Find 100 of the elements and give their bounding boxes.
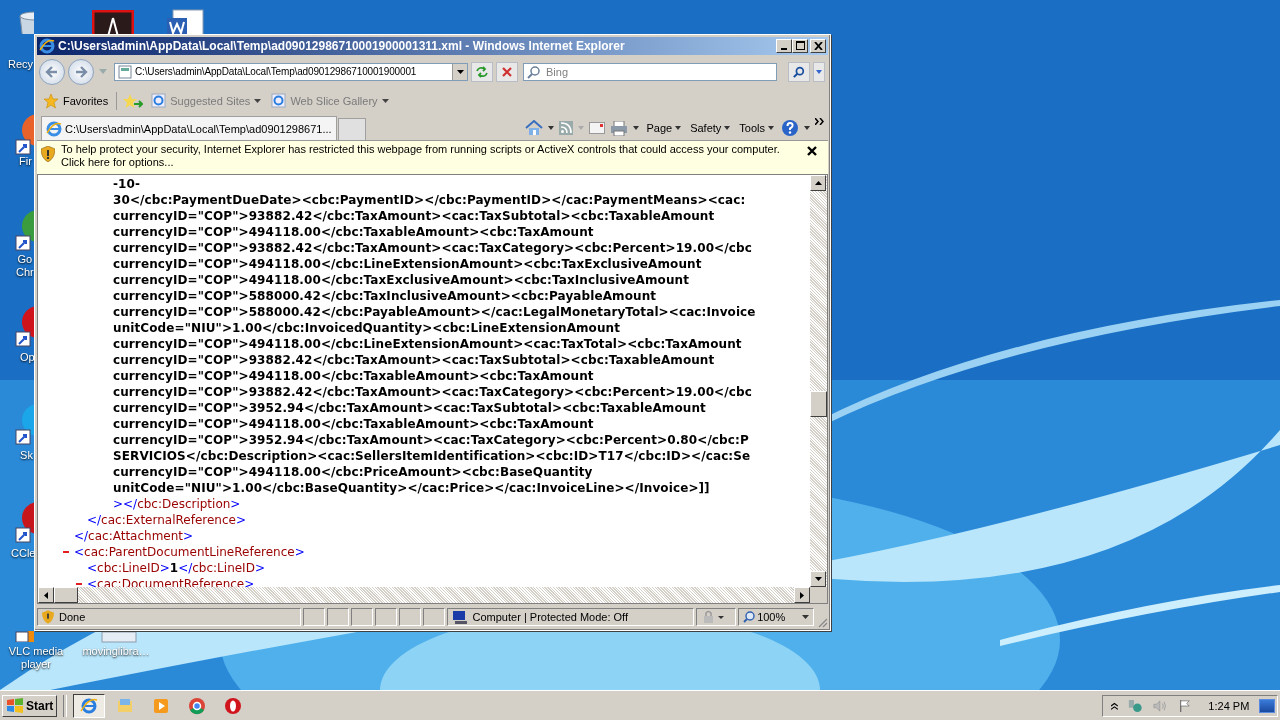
left-arrow-icon [44, 591, 48, 599]
collapse-icon[interactable] [76, 583, 82, 586]
scrollbar-corner [810, 587, 827, 604]
scroll-thumb[interactable] [810, 391, 827, 418]
xml-text: currencyID="COP">494118.00</cbc:PriceAmount><cbc:BaseQuantity [113, 464, 593, 481]
caret-icon [724, 126, 731, 131]
search-options-button[interactable] [813, 61, 825, 82]
scroll-thumb[interactable] [54, 587, 78, 604]
caret-icon[interactable] [633, 126, 640, 131]
maximize-icon [795, 41, 805, 51]
search-field[interactable]: Bing [523, 62, 777, 81]
right-arrow-icon [800, 591, 804, 599]
start-button[interactable]: Start [2, 694, 58, 717]
xml-text: currencyID="COP">3952.94</cbc:TaxAmount><cac:TaxCategory><cbc:Percent>0.80</cbc:P [113, 432, 749, 449]
stop-button[interactable] [496, 61, 518, 82]
menu-button[interactable]: Safety [688, 122, 733, 135]
back-icon [45, 64, 59, 79]
xml-text: currencyID="COP">588000.42</cbc:PayableAmount></cac:LegalMonetaryTotal><cac:Invoice [113, 304, 756, 321]
window-title: C:\Users\admin\AppData\Local\Temp\ad09012986710001900001311.xml - Windows Internet Explorer [58, 38, 625, 53]
caret-icon [675, 126, 682, 131]
xml-text: currencyID="COP">93882.42</cbc:TaxAmount><cac:TaxSubtotal><cbc:TaxableAmount [113, 352, 715, 369]
browser-logo-icon [46, 120, 62, 137]
xml-text: currencyID="COP">93882.42</cbc:TaxAmount><cac:TaxSubtotal><cbc:TaxableAmount [113, 208, 715, 225]
add-favorite-icon[interactable] [123, 92, 144, 109]
caret-icon [254, 98, 262, 103]
menu-button[interactable]: Tools [737, 122, 776, 135]
folder-icon [116, 696, 135, 715]
forward-button[interactable] [68, 58, 94, 85]
mail-icon[interactable] [589, 122, 606, 135]
close-button[interactable] [810, 38, 826, 53]
info-bar-message: To help protect your security, Internet Explorer has restricted this webpage from running scripts or ActiveX controls that could access your computer. Click here for options... [61, 143, 781, 170]
close-icon[interactable] [807, 146, 817, 157]
caret-icon[interactable] [804, 126, 810, 131]
zoom-icon [743, 611, 756, 624]
close-icon [813, 41, 823, 50]
web-page-icon [271, 93, 287, 109]
zoom-button[interactable]: 100% [738, 608, 815, 627]
printer-icon[interactable] [610, 120, 629, 136]
resize-grip-icon[interactable] [816, 616, 828, 628]
taskbar-app-button[interactable] [73, 693, 106, 718]
clock[interactable]: 1:24 PM [1208, 699, 1250, 712]
help-icon[interactable] [781, 119, 799, 138]
xml-tag: <cac:ParentDocumentLineReference> [74, 544, 305, 561]
xml-text: currencyID="COP">93882.42</cbc:TaxAmount><cac:TaxCategory><cbc:Percent>19.00</cbc [113, 240, 752, 257]
icon-label: Sk [20, 449, 33, 462]
down-arrow-icon [814, 577, 822, 582]
play-icon [152, 696, 171, 715]
browser-logo-icon [39, 37, 55, 54]
chevron-icon[interactable] [1111, 701, 1118, 710]
xml-text: 30</cbc:PaymentDueDate><cbc:PaymentID></cbc:PaymentID></cac:PaymentMeans><cac: [113, 192, 746, 209]
dropdown-button[interactable] [452, 63, 467, 80]
info-bar[interactable]: To help protect your security, Internet Explorer has restricted this webpage from running scripts or ActiveX controls that could access your computer. Click here for options... [37, 140, 828, 175]
home-icon[interactable] [525, 120, 544, 137]
document-icon[interactable] [165, 8, 207, 34]
back-button[interactable] [39, 58, 65, 85]
minimize-button[interactable] [776, 38, 792, 53]
icon-label: Fir [18, 155, 33, 168]
minimize-icon [781, 47, 787, 50]
search-button[interactable] [788, 61, 810, 82]
search-icon [793, 65, 805, 78]
favorites-button[interactable]: Favorites [41, 92, 111, 109]
xml-text: currencyID="COP">3952.94</cbc:TaxAmount><cac:TaxSubtotal><cbc:TaxableAmount [113, 400, 706, 417]
xml-text: currencyID="COP">494118.00</cbc:LineExtensionAmount><cac:TaxTotal><cbc:TaxAmount [113, 336, 742, 353]
caret-icon [816, 69, 822, 74]
maximize-button[interactable] [792, 38, 808, 53]
flag-icon[interactable] [1178, 697, 1193, 714]
icon-label: CCle [11, 547, 36, 560]
status-pane [374, 608, 397, 627]
pdf-icon[interactable] [92, 10, 134, 34]
page-icon [118, 64, 132, 79]
chevron-icon[interactable] [815, 118, 824, 126]
search-icon [527, 64, 541, 79]
xml-text: unitCode="NIU">1.00</cbc:BaseQuantity></cac:Price></cac:InvoiceLine></Invoice>]] [113, 480, 710, 497]
web-page-icon [151, 93, 167, 109]
xml-tag: ></cbc:Description> [113, 496, 241, 513]
shield-icon [42, 610, 54, 625]
horizontal-scrollbar[interactable] [38, 587, 810, 604]
caret-icon [802, 615, 810, 620]
xml-text: currencyID="COP">93882.42</cbc:TaxAmount><cac:TaxCategory><cbc:Percent>19.00</cbc [113, 384, 752, 401]
xml-tag: </cac:ExternalReference> [87, 512, 246, 529]
status-pane [350, 608, 373, 627]
xml-text: unitCode="NIU">1.00</cbc:InvoicedQuantity><cbc:LineExtensionAmount [113, 320, 621, 337]
xml-text: SERVICIOS</cbc:Description><cac:SellersItemIdentification><cbc:ID>T17</cbc:ID></cac:Se [113, 448, 751, 465]
xml-text: currencyID="COP">494118.00</cbc:TaxableAmount><cbc:TaxAmount [113, 416, 594, 433]
windows-logo-icon [6, 697, 24, 714]
lock-icon[interactable] [701, 610, 726, 625]
address-field[interactable]: C:\Users\admin\AppData\Local\Temp\ad09012986710001900001 [114, 62, 468, 81]
vertical-scrollbar[interactable] [810, 175, 827, 588]
xml-text: -10- [113, 176, 141, 193]
xml-text: currencyID="COP">494118.00</cbc:TaxableAmount><cbc:TaxAmount [113, 224, 594, 241]
status-pane [398, 608, 421, 627]
collapse-icon[interactable] [63, 551, 69, 554]
browser-tab[interactable]: C:\Users\admin\AppData\Local\Temp\ad0901298671... [41, 116, 337, 141]
caret-icon[interactable] [548, 126, 555, 131]
menu-button[interactable]: Page [644, 122, 684, 135]
computer-icon [451, 610, 468, 625]
status-pane [326, 608, 349, 627]
refresh-icon [475, 64, 489, 79]
show-desktop-button[interactable] [1259, 698, 1275, 713]
app-icon [224, 696, 243, 715]
